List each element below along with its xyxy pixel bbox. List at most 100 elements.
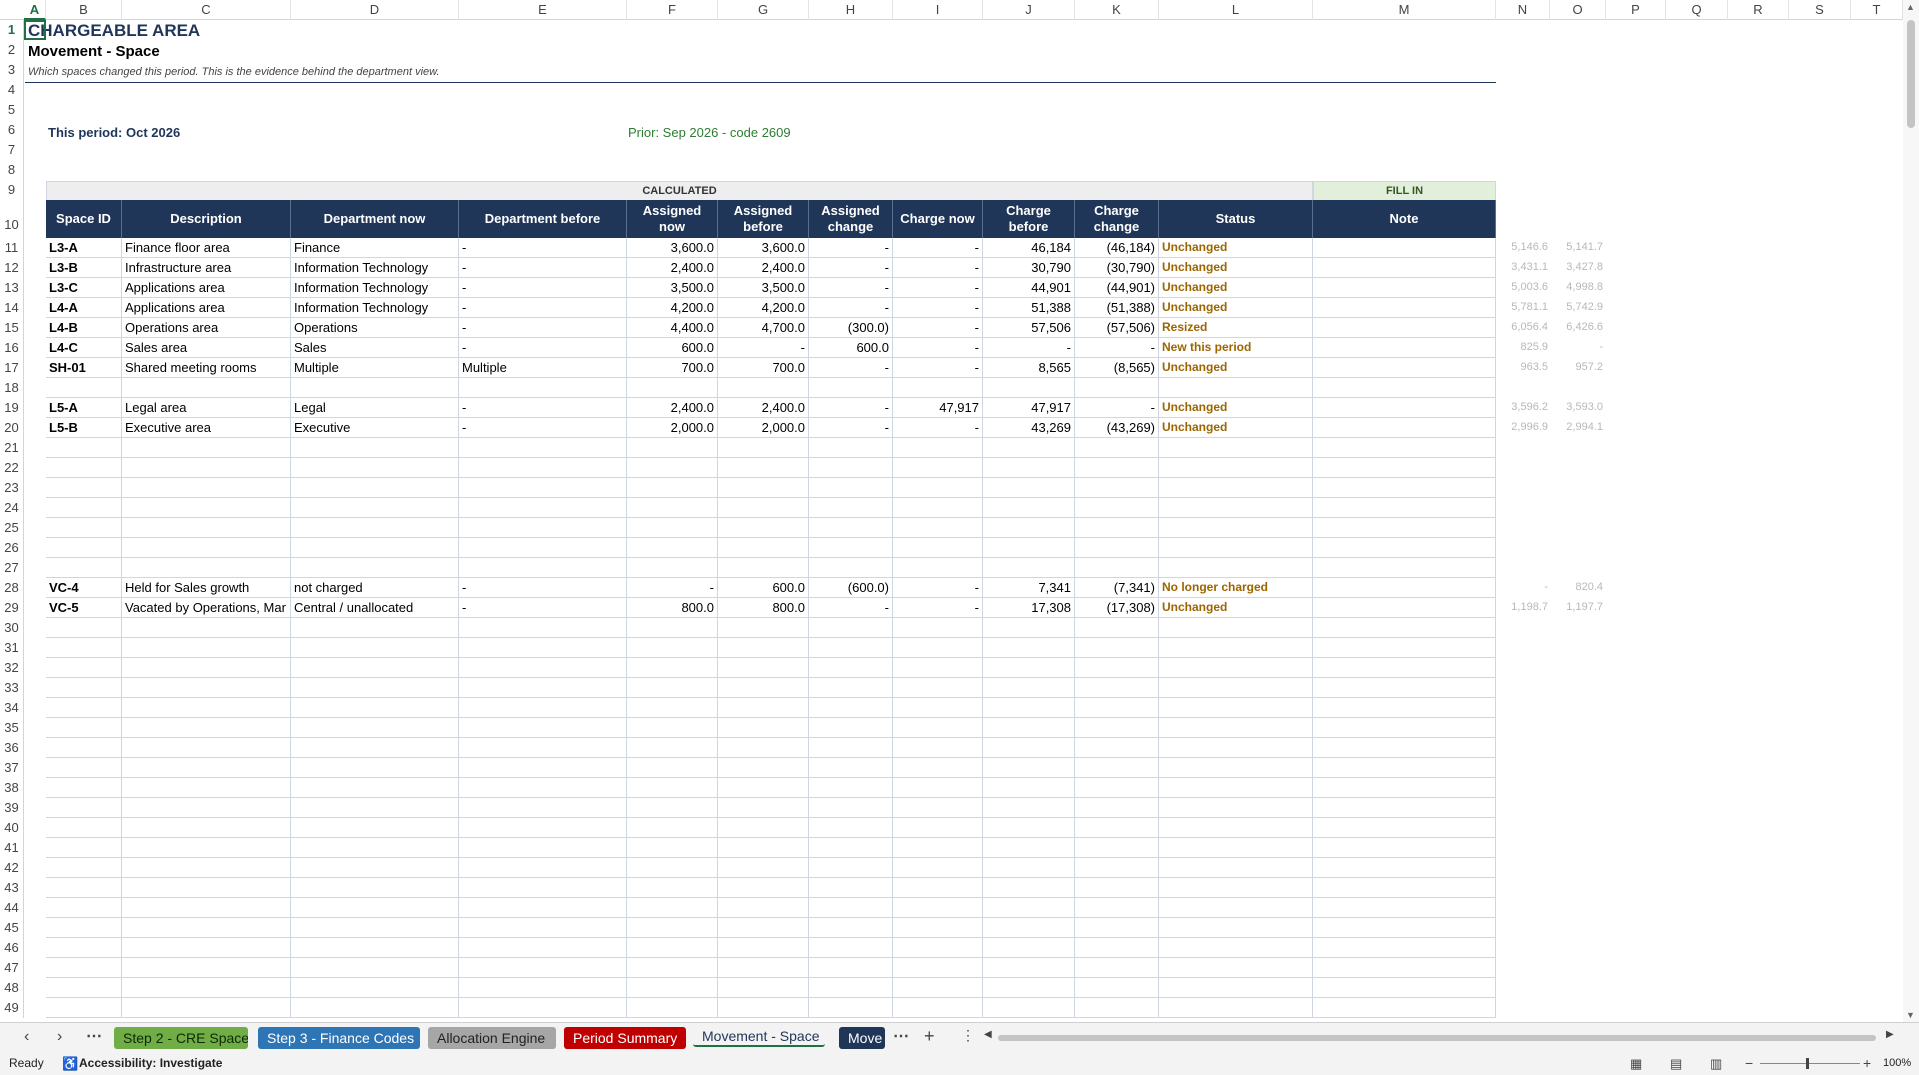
cell-desc[interactable]: Applications area	[122, 278, 291, 298]
grid-cell[interactable]	[893, 858, 983, 878]
grid-cell[interactable]	[46, 878, 122, 898]
cell-dnow[interactable]: Sales	[291, 338, 459, 358]
row-header-27[interactable]: 27	[0, 558, 24, 578]
cell-dbef[interactable]: -	[459, 338, 627, 358]
grid-cell[interactable]	[1313, 618, 1496, 638]
grid-cell[interactable]	[1313, 818, 1496, 838]
grid-cell[interactable]	[627, 678, 718, 698]
grid-cell[interactable]	[627, 978, 718, 998]
grid-cell[interactable]	[291, 618, 459, 638]
grid-cell[interactable]	[459, 778, 627, 798]
grid-cell[interactable]	[291, 898, 459, 918]
cell-dnow[interactable]: Legal	[291, 398, 459, 418]
grid-cell[interactable]	[122, 818, 291, 838]
grid-cell[interactable]	[1159, 838, 1313, 858]
grid-cell[interactable]	[718, 618, 809, 638]
zoom-slider-thumb[interactable]	[1806, 1058, 1809, 1069]
grid-cell[interactable]	[1159, 638, 1313, 658]
grid-cell[interactable]	[809, 898, 893, 918]
column-header-R[interactable]: R	[1728, 0, 1789, 20]
grid-cell[interactable]	[893, 498, 983, 518]
cell-dnow[interactable]: Information Technology	[291, 278, 459, 298]
grid-cell[interactable]	[627, 898, 718, 918]
grid-cell[interactable]	[46, 658, 122, 678]
grid-cell[interactable]	[627, 838, 718, 858]
cell-anow[interactable]: 700.0	[627, 358, 718, 378]
grid-cell[interactable]	[1075, 658, 1159, 678]
grid-cell[interactable]	[46, 698, 122, 718]
grid-cell[interactable]	[718, 798, 809, 818]
cell-note[interactable]	[1313, 318, 1496, 338]
grid-cell[interactable]	[718, 878, 809, 898]
cell-anow[interactable]: -	[627, 578, 718, 598]
row-header-9[interactable]: 9	[0, 180, 24, 200]
grid-cell[interactable]	[1075, 678, 1159, 698]
row-header-45[interactable]: 45	[0, 918, 24, 938]
row-header-22[interactable]: 22	[0, 458, 24, 478]
column-header-L[interactable]: L	[1159, 0, 1313, 20]
cell-achg[interactable]: -	[809, 258, 893, 278]
cell-cbef[interactable]: 7,341	[983, 578, 1075, 598]
cell-dnow[interactable]: Finance	[291, 238, 459, 258]
grid-cell[interactable]	[627, 638, 718, 658]
grid-cell[interactable]	[459, 738, 627, 758]
cell-cbef[interactable]: 47,917	[983, 398, 1075, 418]
grid-cell[interactable]	[1075, 958, 1159, 978]
grid-cell[interactable]	[291, 738, 459, 758]
sheet-tab-step-3-finance-codes[interactable]: Step 3 - Finance Codes	[258, 1027, 420, 1049]
cell-abef[interactable]: -	[718, 338, 809, 358]
grid-cell[interactable]	[1159, 878, 1313, 898]
cell-cnow[interactable]: -	[893, 278, 983, 298]
cell-id[interactable]: L4-A	[46, 298, 122, 318]
grid-cell[interactable]	[122, 518, 291, 538]
grid-cell[interactable]	[1313, 918, 1496, 938]
row-header-43[interactable]: 43	[0, 878, 24, 898]
row-header-31[interactable]: 31	[0, 638, 24, 658]
row-header-13[interactable]: 13	[0, 278, 24, 298]
grid-cell[interactable]	[1313, 698, 1496, 718]
grid-cell[interactable]	[809, 858, 893, 878]
grid-cell[interactable]	[1159, 678, 1313, 698]
grid-cell[interactable]	[459, 558, 627, 578]
spreadsheet-grid[interactable]: ABCDEFGHIJKLMNOPQRST 1 2 3 4 5 6 7 8 9 10 11 12 13 14…	[0, 0, 1903, 1022]
grid-cell[interactable]	[809, 838, 893, 858]
cell-cnow[interactable]: -	[893, 258, 983, 278]
grid-cell[interactable]	[809, 818, 893, 838]
grid-cell[interactable]	[893, 918, 983, 938]
grid-cell[interactable]	[122, 878, 291, 898]
cell-cnow[interactable]: -	[893, 358, 983, 378]
grid-cell[interactable]	[291, 698, 459, 718]
grid-cell[interactable]	[291, 638, 459, 658]
cell-cbef[interactable]: -	[983, 338, 1075, 358]
grid-cell[interactable]	[627, 658, 718, 678]
grid-cell[interactable]	[627, 618, 718, 638]
grid-cell[interactable]	[1159, 798, 1313, 818]
grid-cell[interactable]	[291, 938, 459, 958]
cell-cchg[interactable]: (43,269)	[1075, 418, 1159, 438]
grid-cell[interactable]	[122, 838, 291, 858]
grid-cell[interactable]	[46, 378, 122, 398]
page-layout-icon[interactable]: ▤	[1670, 1052, 1682, 1075]
grid-cell[interactable]	[893, 638, 983, 658]
grid-cell[interactable]	[122, 738, 291, 758]
cell-note[interactable]	[1313, 298, 1496, 318]
cell-cbef[interactable]: 44,901	[983, 278, 1075, 298]
grid-cell[interactable]	[983, 838, 1075, 858]
grid-cell[interactable]	[459, 998, 627, 1018]
grid-cell[interactable]	[809, 478, 893, 498]
column-header-F[interactable]: F	[627, 0, 718, 20]
normal-view-icon[interactable]: ▦	[1630, 1052, 1642, 1075]
grid-cell[interactable]	[627, 878, 718, 898]
grid-cell[interactable]	[627, 858, 718, 878]
grid-cell[interactable]	[718, 738, 809, 758]
grid-cell[interactable]	[809, 458, 893, 478]
grid-cell[interactable]	[291, 858, 459, 878]
grid-cell[interactable]	[983, 498, 1075, 518]
plus-icon[interactable]: +	[924, 1026, 935, 1047]
cell-desc[interactable]: Shared meeting rooms	[122, 358, 291, 378]
grid-cell[interactable]	[1313, 458, 1496, 478]
cell-cchg[interactable]: (8,565)	[1075, 358, 1159, 378]
row-header-7[interactable]: 7	[0, 140, 24, 160]
cell-anow[interactable]: 600.0	[627, 338, 718, 358]
grid-cell[interactable]	[1075, 638, 1159, 658]
